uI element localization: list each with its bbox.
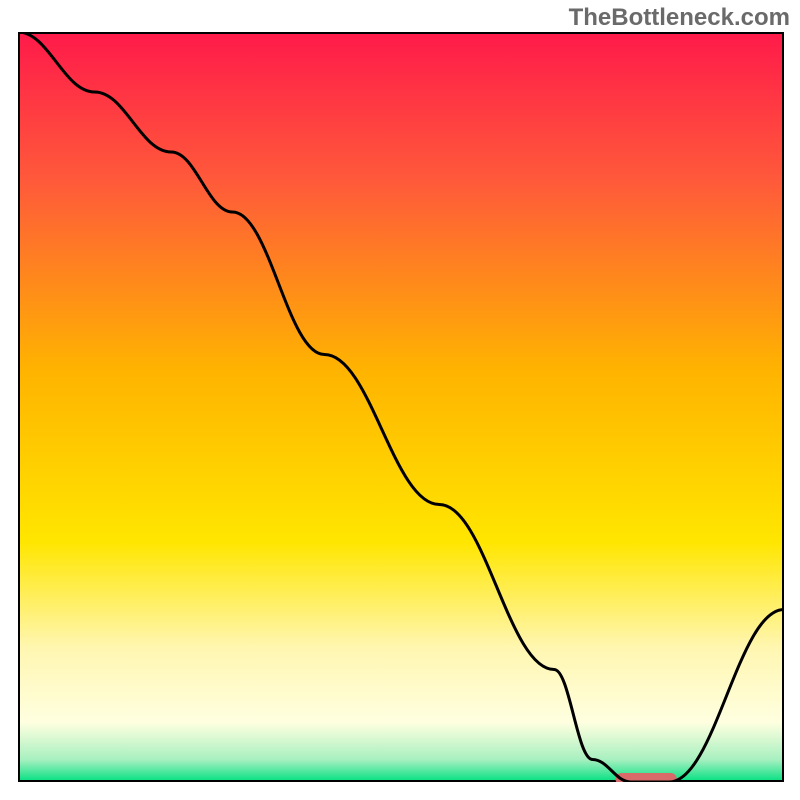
watermark-text: TheBottleneck.com [569,4,790,32]
bottleneck-chart [18,32,784,782]
gradient-background [18,32,784,782]
